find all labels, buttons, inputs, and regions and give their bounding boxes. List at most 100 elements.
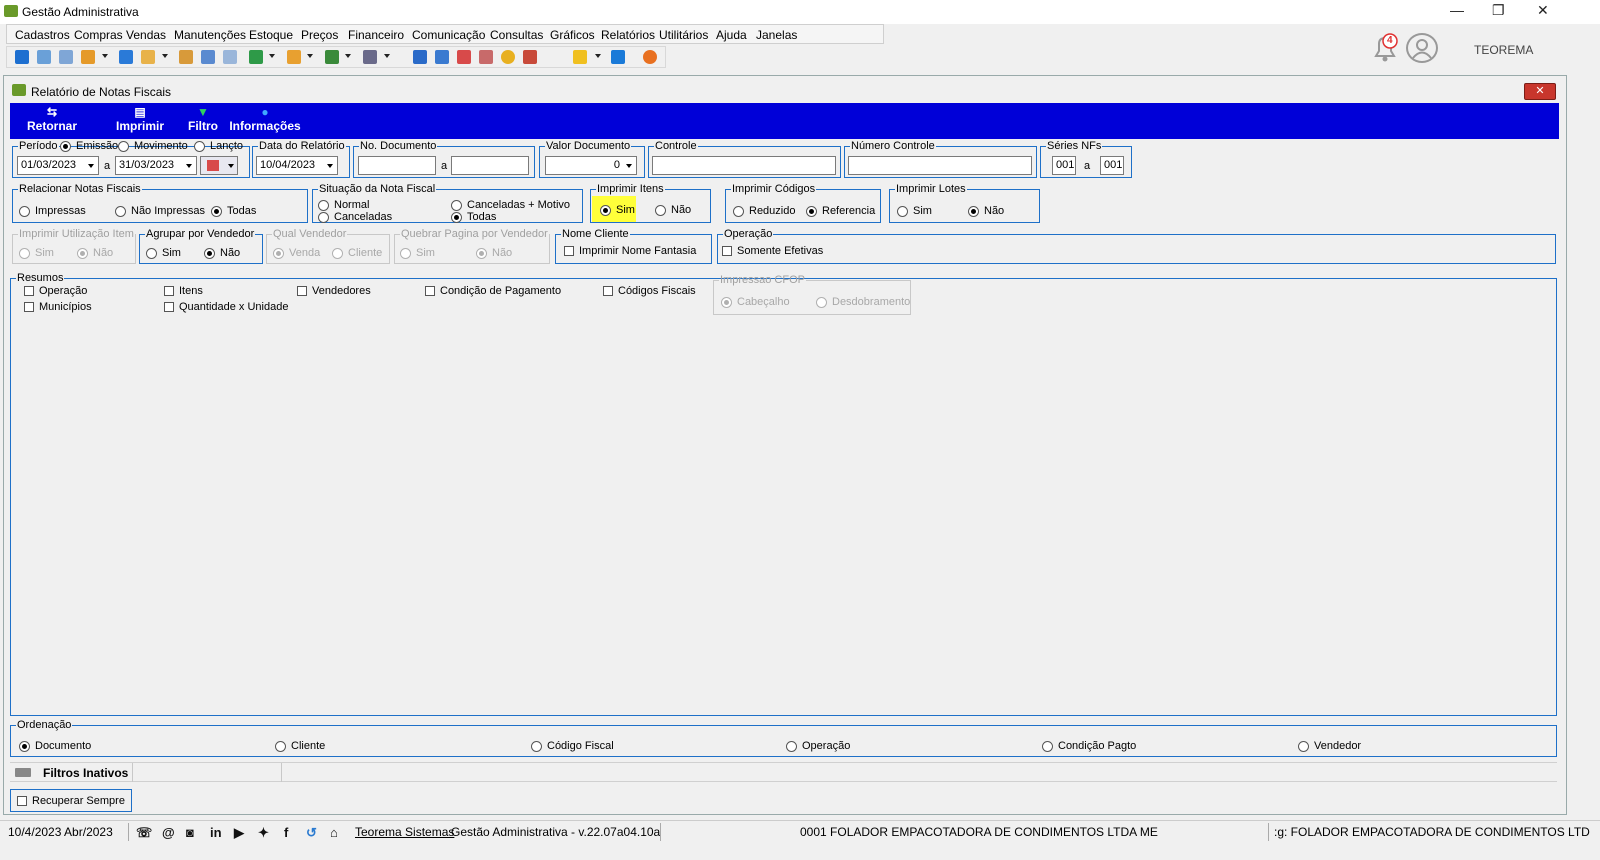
series-from[interactable]: 001 bbox=[1052, 156, 1076, 175]
filter-button[interactable]: ▼ Filtro bbox=[186, 105, 220, 133]
radio-canceladas-motivo[interactable]: Canceladas + Motivo bbox=[451, 199, 570, 211]
minimize-button[interactable]: — bbox=[1450, 2, 1464, 18]
radio-emissao[interactable]: Emissão bbox=[60, 140, 118, 152]
chevron-down-icon[interactable] bbox=[384, 54, 390, 58]
calendar-icon[interactable] bbox=[457, 50, 471, 64]
menu-cadastros[interactable]: Cadastros bbox=[15, 28, 70, 42]
restore-button[interactable]: ❐ bbox=[1492, 2, 1505, 19]
truck-icon[interactable] bbox=[325, 50, 339, 64]
radio-reduzido[interactable]: Reduzido bbox=[733, 205, 795, 217]
instagram-icon[interactable]: ◙ bbox=[186, 825, 194, 840]
chevron-down-icon[interactable] bbox=[162, 54, 168, 58]
radio-movimento[interactable]: Movimento bbox=[118, 140, 188, 152]
chevron-down-icon[interactable] bbox=[345, 54, 351, 58]
chevron-down-icon[interactable] bbox=[307, 54, 313, 58]
print-button[interactable]: ▤ Imprimir bbox=[114, 105, 166, 133]
checkbox-resumo-operacao[interactable]: Operação bbox=[24, 285, 87, 297]
users-icon[interactable] bbox=[37, 50, 51, 64]
radio-quebrar-nao[interactable]: Não bbox=[476, 247, 512, 259]
radio-referencia[interactable]: Referencia bbox=[806, 205, 875, 217]
box-icon[interactable] bbox=[141, 50, 155, 64]
checkbox-resumo-condicao[interactable]: Condição de Pagamento bbox=[425, 285, 561, 297]
radio-cfop-desdobramento[interactable]: Desdobramento bbox=[816, 296, 910, 308]
menu-utilitarios[interactable]: Utilitários bbox=[659, 28, 708, 42]
radio-normal[interactable]: Normal bbox=[318, 199, 369, 211]
menu-graficos[interactable]: Gráficos bbox=[550, 28, 595, 42]
package-icon[interactable] bbox=[287, 50, 301, 64]
checkbox-resumo-quantidade[interactable]: Quantidade x Unidade bbox=[164, 301, 288, 313]
no-documento-from[interactable] bbox=[358, 156, 436, 175]
radio-ord-vendedor[interactable]: Vendedor bbox=[1298, 740, 1361, 752]
radio-lancto[interactable]: Lançto bbox=[194, 140, 243, 152]
radio-itens-nao[interactable]: Não bbox=[655, 204, 691, 216]
notification-bell-icon[interactable]: 4 bbox=[1370, 32, 1400, 64]
radio-agrupar-nao[interactable]: Não bbox=[204, 247, 240, 259]
radio-qual-venda[interactable]: Venda bbox=[273, 247, 320, 259]
phone-icon[interactable] bbox=[119, 50, 133, 64]
email-icon[interactable]: @ bbox=[162, 825, 175, 840]
series-to[interactable]: 001 bbox=[1100, 156, 1124, 175]
linkedin-icon[interactable]: in bbox=[210, 825, 222, 840]
data-relatorio-input[interactable]: 10/04/2023 bbox=[256, 156, 338, 175]
checkbox-resumo-municipios[interactable]: Municípios bbox=[24, 301, 92, 313]
valor-documento-select[interactable]: 0 bbox=[545, 156, 637, 175]
person-icon[interactable] bbox=[179, 50, 193, 64]
menu-ajuda[interactable]: Ajuda bbox=[716, 28, 747, 42]
checkbox-recuperar-sempre[interactable]: Recuperar Sempre bbox=[17, 795, 125, 807]
menu-financeiro[interactable]: Financeiro bbox=[348, 28, 404, 42]
radio-ord-codigo-fiscal[interactable]: Código Fiscal bbox=[531, 740, 614, 752]
support-icon[interactable]: ☏ bbox=[136, 825, 152, 841]
periodo-end-date[interactable]: 31/03/2023 bbox=[115, 156, 197, 175]
radio-ord-cliente[interactable]: Cliente bbox=[275, 740, 325, 752]
close-report-button[interactable]: ✕ bbox=[1524, 83, 1556, 100]
checkbox-nome-fantasia[interactable]: Imprimir Nome Fantasia bbox=[564, 245, 696, 257]
menu-precos[interactable]: Preços bbox=[301, 28, 338, 42]
back-button[interactable]: ⇆ Retornar bbox=[26, 105, 78, 133]
radio-ord-documento[interactable]: Documento bbox=[19, 740, 91, 752]
facebook-icon[interactable]: f bbox=[284, 825, 288, 840]
radio-quebrar-sim[interactable]: Sim bbox=[400, 247, 435, 259]
youtube-icon[interactable]: ▶ bbox=[234, 825, 244, 841]
numero-controle-input[interactable] bbox=[848, 156, 1032, 175]
customers-icon[interactable] bbox=[15, 50, 29, 64]
bank-icon[interactable] bbox=[201, 50, 215, 64]
teorema-link[interactable]: Teorema Sistemas bbox=[355, 825, 454, 839]
radio-impressas[interactable]: Impressas bbox=[19, 205, 86, 217]
radio-utilizacao-sim[interactable]: Sim bbox=[19, 247, 54, 259]
schedule-icon[interactable] bbox=[479, 50, 493, 64]
radio-utilizacao-nao[interactable]: Não bbox=[77, 247, 113, 259]
chevron-down-icon[interactable] bbox=[595, 54, 601, 58]
menu-janelas[interactable]: Janelas bbox=[756, 28, 797, 42]
star-icon[interactable] bbox=[573, 50, 587, 64]
checkbox-resumo-itens[interactable]: Itens bbox=[164, 285, 203, 297]
checkbox-somente-efetivas[interactable]: Somente Efetivas bbox=[722, 245, 823, 257]
radio-ord-condicao[interactable]: Condição Pagto bbox=[1042, 740, 1136, 752]
twitter-icon[interactable]: ✦ bbox=[258, 825, 269, 841]
menu-relatorios[interactable]: Relatórios bbox=[601, 28, 655, 42]
calculator-icon[interactable] bbox=[435, 50, 449, 64]
user-avatar-icon[interactable] bbox=[1406, 33, 1438, 63]
list-icon[interactable] bbox=[81, 50, 95, 64]
controle-input[interactable] bbox=[652, 156, 836, 175]
menu-consultas[interactable]: Consultas bbox=[490, 28, 543, 42]
card-icon[interactable] bbox=[59, 50, 73, 64]
chevron-down-icon[interactable] bbox=[102, 54, 108, 58]
no-documento-to[interactable] bbox=[451, 156, 529, 175]
chevron-down-icon[interactable] bbox=[269, 54, 275, 58]
periodo-start-date[interactable]: 01/03/2023 bbox=[17, 156, 99, 175]
checkbox-resumo-vendedores[interactable]: Vendedores bbox=[297, 285, 371, 297]
keyboard-icon[interactable] bbox=[15, 768, 31, 777]
menu-compras[interactable]: Compras bbox=[74, 28, 123, 42]
calendar-picker-button[interactable] bbox=[200, 156, 238, 175]
radio-canceladas[interactable]: Canceladas bbox=[318, 211, 392, 223]
printer-icon[interactable] bbox=[363, 50, 377, 64]
menu-manutencoes[interactable]: Manutenções bbox=[174, 28, 246, 42]
close-window-button[interactable]: ✕ bbox=[1537, 2, 1549, 19]
radio-ord-operacao[interactable]: Operação bbox=[786, 740, 850, 752]
screen-icon[interactable] bbox=[413, 50, 427, 64]
menu-vendas[interactable]: Vendas bbox=[126, 28, 166, 42]
report-icon[interactable] bbox=[523, 50, 537, 64]
checkbox-resumo-codigos[interactable]: Códigos Fiscais bbox=[603, 285, 696, 297]
power-icon[interactable] bbox=[643, 50, 657, 64]
clock-icon[interactable] bbox=[501, 50, 515, 64]
